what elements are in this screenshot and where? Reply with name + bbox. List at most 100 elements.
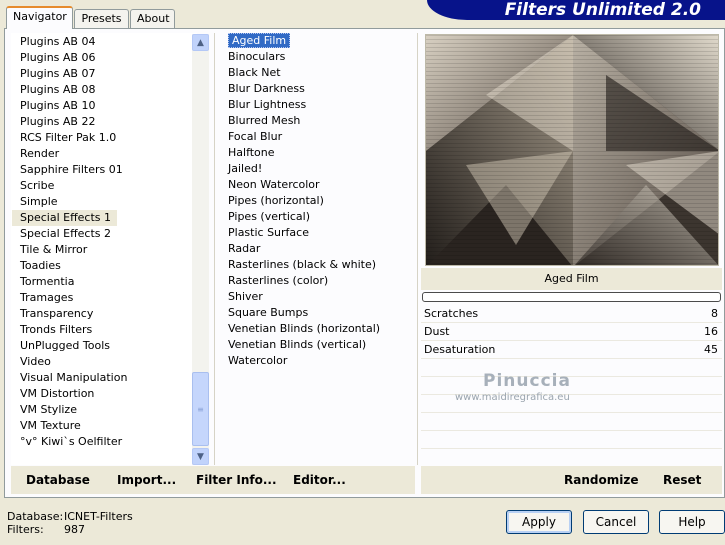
param-label: Scratches (424, 307, 479, 320)
filter-item[interactable]: Aged Film (219, 33, 415, 49)
database-button[interactable]: Database (26, 466, 90, 494)
category-item[interactable]: Special Effects 1 (12, 210, 118, 226)
filter-item[interactable]: Venetian Blinds (vertical) (219, 337, 415, 353)
import-button[interactable]: Import... (117, 466, 176, 494)
filter-item-label: Venetian Blinds (horizontal) (228, 322, 381, 335)
filter-item[interactable]: Venetian Blinds (horizontal) (219, 321, 415, 337)
cancel-button[interactable]: Cancel (583, 510, 649, 534)
editor-button[interactable]: Editor... (293, 466, 346, 494)
category-item[interactable]: VM Distortion (12, 386, 196, 402)
scroll-thumb[interactable]: ≡ (192, 372, 209, 446)
filter-item[interactable]: Shiver (219, 289, 415, 305)
grip-icon: ≡ (197, 404, 204, 414)
category-item[interactable]: Tormentia (12, 274, 196, 290)
database-value: ICNET-Filters (64, 510, 133, 523)
filter-preview-image (425, 34, 719, 266)
database-label: Database: (7, 510, 64, 523)
category-item[interactable]: UnPlugged Tools (12, 338, 196, 354)
filter-item[interactable]: Rasterlines (black & white) (219, 257, 415, 273)
filter-item[interactable]: Square Bumps (219, 305, 415, 321)
filter-item[interactable]: Jailed! (219, 161, 415, 177)
category-item[interactable]: Plugins AB 07 (12, 66, 196, 82)
tab-about[interactable]: About (130, 9, 175, 28)
scroll-down-button[interactable]: ▼ (192, 448, 209, 465)
category-item[interactable]: Plugins AB 08 (12, 82, 196, 98)
randomize-button[interactable]: Randomize (564, 466, 638, 494)
category-item[interactable]: Transparency (12, 306, 196, 322)
preview-toolbar: Randomize Reset (421, 466, 722, 494)
scroll-up-button[interactable]: ▲ (192, 34, 209, 51)
filter-name-label: Aged Film (421, 268, 722, 290)
category-item[interactable]: VM Texture (12, 418, 196, 434)
filter-item[interactable]: Blur Darkness (219, 81, 415, 97)
filter-item-label: Plastic Surface (228, 226, 309, 239)
reset-button[interactable]: Reset (663, 466, 701, 494)
category-list[interactable]: Plugins AB 04 Plugins AB 06 Plugins AB 07 P… (11, 33, 197, 465)
filter-item[interactable]: Focal Blur (219, 129, 415, 145)
category-item[interactable]: RCS Filter Pak 1.0 (12, 130, 196, 146)
tab-presets[interactable]: Presets (74, 9, 129, 28)
param-row-scratches[interactable]: Scratches 8 (421, 305, 722, 323)
category-item[interactable]: Special Effects 2 (12, 226, 196, 242)
param-value[interactable]: 45 (704, 341, 718, 359)
category-item[interactable]: Visual Manipulation (12, 370, 196, 386)
param-row-desaturation[interactable]: Desaturation 45 (421, 341, 722, 359)
category-item[interactable]: Video (12, 354, 196, 370)
category-item[interactable]: Scribe (12, 178, 196, 194)
category-item[interactable]: Plugins AB 04 (12, 34, 196, 50)
filter-list[interactable]: Aged Film Binoculars Black Net Blur Darknes… (219, 33, 415, 465)
filter-item-label: Radar (228, 242, 261, 255)
filter-item[interactable]: Rasterlines (color) (219, 273, 415, 289)
filter-item[interactable]: Plastic Surface (219, 225, 415, 241)
category-item[interactable]: Plugins AB 10 (12, 98, 196, 114)
filter-item[interactable]: Blurred Mesh (219, 113, 415, 129)
category-item[interactable]: Tile & Mirror (12, 242, 196, 258)
filter-item[interactable]: Black Net (219, 65, 415, 81)
param-value[interactable]: 16 (704, 323, 718, 341)
param-value[interactable]: 8 (711, 305, 718, 323)
filter-item-label: Neon Watercolor (228, 178, 320, 191)
navigator-panel: Plugins AB 04 Plugins AB 06 Plugins AB 07 P… (4, 28, 725, 498)
filters-count: 987 (64, 523, 85, 536)
category-item[interactable]: Toadies (12, 258, 196, 274)
filter-item[interactable]: Binoculars (219, 49, 415, 65)
filter-item-label: Shiver (228, 290, 263, 303)
filter-item-label: Square Bumps (228, 306, 309, 319)
param-label: Desaturation (424, 343, 496, 356)
apply-button[interactable]: Apply (506, 510, 572, 534)
filter-item[interactable]: Pipes (horizontal) (219, 193, 415, 209)
filter-item-label: Aged Film (228, 33, 291, 48)
category-item[interactable]: Tronds Filters (12, 322, 196, 338)
category-item[interactable]: Sapphire Filters 01 (12, 162, 196, 178)
filter-item-label: Blur Darkness (228, 82, 305, 95)
param-row-empty (421, 359, 722, 377)
filter-item-label: Blur Lightness (228, 98, 307, 111)
category-item[interactable]: °v° Kiwi`s Oelfilter (12, 434, 196, 450)
param-label: Dust (424, 325, 450, 338)
category-item[interactable]: Plugins AB 22 (12, 114, 196, 130)
filter-item[interactable]: Halftone (219, 145, 415, 161)
chevron-down-icon: ▼ (197, 451, 204, 462)
tab-navigator[interactable]: Navigator (6, 6, 73, 29)
progress-bar (422, 292, 721, 302)
category-item[interactable]: VM Stylize (12, 402, 196, 418)
filter-item[interactable]: Radar (219, 241, 415, 257)
filter-item-label: Binoculars (228, 50, 286, 63)
filter-info-button[interactable]: Filter Info... (196, 466, 277, 494)
category-scrollbar[interactable]: ▲ ≡ ▼ (192, 34, 209, 465)
filter-item-label: Halftone (228, 146, 275, 159)
param-row-dust[interactable]: Dust 16 (421, 323, 722, 341)
filter-item[interactable]: Blur Lightness (219, 97, 415, 113)
param-row-empty (421, 413, 722, 431)
help-button[interactable]: Help (659, 510, 725, 534)
filter-item[interactable]: Watercolor (219, 353, 415, 369)
category-item[interactable]: Simple (12, 194, 196, 210)
category-item[interactable]: Render (12, 146, 196, 162)
filter-item-label: Blurred Mesh (228, 114, 301, 127)
filter-item-label: Rasterlines (black & white) (228, 258, 377, 271)
category-item[interactable]: Plugins AB 06 (12, 50, 196, 66)
category-item[interactable]: Tramages (12, 290, 196, 306)
filter-item[interactable]: Pipes (vertical) (219, 209, 415, 225)
chevron-up-icon: ▲ (197, 37, 204, 48)
filter-item[interactable]: Neon Watercolor (219, 177, 415, 193)
